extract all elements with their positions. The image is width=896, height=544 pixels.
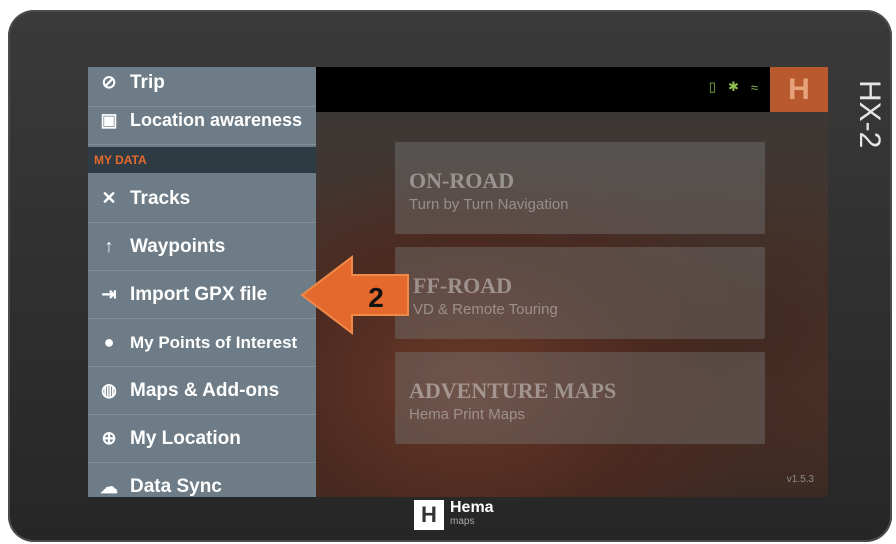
hema-brand-icon: H xyxy=(414,500,444,530)
sync-icon: ☁ xyxy=(100,476,118,497)
map-person-icon: ▣ xyxy=(100,110,118,130)
battery-icon: ▯ xyxy=(708,79,716,94)
menu-label: Trip xyxy=(130,71,165,93)
menu-item-import-gpx[interactable]: ⇥ Import GPX file xyxy=(88,271,316,319)
globe-icon: ◍ xyxy=(101,380,117,400)
mode-title: ADVENTURE MAPS xyxy=(409,378,617,403)
version-label: v1.5.3 xyxy=(786,474,814,485)
menu-item-waypoints[interactable]: ↑ Waypoints xyxy=(88,223,316,271)
tracks-icon: ✕ xyxy=(101,188,117,208)
menu-label: My Points of Interest xyxy=(130,332,298,352)
menu-label: Import GPX file xyxy=(130,283,268,305)
on-road-tile[interactable]: ON-ROAD Turn by Turn Navigation xyxy=(395,142,765,234)
pin-icon: ↑ xyxy=(104,236,114,256)
model-label: HX-2 xyxy=(853,80,886,149)
menu-label: Location awareness xyxy=(130,110,303,130)
mode-title: ON-ROAD xyxy=(409,168,515,193)
off-road-tile[interactable]: FF-ROAD VD & Remote Touring xyxy=(395,247,765,339)
menu-label: Waypoints xyxy=(130,235,226,257)
adventure-maps-tile[interactable]: ADVENTURE MAPS Hema Print Maps xyxy=(395,352,765,444)
hema-logo-icon[interactable]: H xyxy=(770,67,828,112)
menu-label: Data Sync xyxy=(130,476,222,497)
mode-subtitle: Turn by Turn Navigation xyxy=(409,196,569,213)
brand-badge: H Hema maps xyxy=(414,500,494,530)
wifi-icon: ≈ xyxy=(750,79,758,95)
status-bar: ▯ ✱ ≈ H xyxy=(316,67,828,112)
menu-label: Maps & Add-ons xyxy=(130,379,280,401)
status-icons: ▯ ✱ ≈ xyxy=(709,79,758,95)
menu-item-data-sync[interactable]: ☁ Data Sync xyxy=(88,463,316,497)
menu-item-points-of-interest[interactable]: ● My Points of Interest xyxy=(88,319,316,367)
menu-item-maps-addons[interactable]: ◍ Maps & Add-ons xyxy=(88,367,316,415)
menu-item-my-location[interactable]: ⊕ My Location xyxy=(88,415,316,463)
brand-name: Hema maps xyxy=(450,499,494,528)
menu-item-location-awareness[interactable]: ▣ Location awareness xyxy=(88,97,316,145)
navigation-drawer: ⊘ Trip ▣ Location awareness MY DATA ✕ Tr… xyxy=(88,67,316,497)
menu-label: Tracks xyxy=(130,187,191,209)
menu-item-tracks[interactable]: ✕ Tracks xyxy=(88,175,316,223)
section-header-my-data: MY DATA xyxy=(88,147,316,173)
mode-subtitle: VD & Remote Touring xyxy=(413,301,558,318)
location-icon: ● xyxy=(103,332,115,352)
bluetooth-icon: ✱ xyxy=(727,79,739,94)
compass-icon: ⊘ xyxy=(101,72,117,92)
step-number: 2 xyxy=(368,282,384,313)
mode-subtitle: Hema Print Maps xyxy=(409,406,525,423)
crosshair-icon: ⊕ xyxy=(101,428,117,448)
import-icon: ⇥ xyxy=(101,284,117,304)
step-arrow-annotation: 2 xyxy=(300,255,409,335)
app-screen: ▯ ✱ ≈ H ON-ROAD Turn by Turn Navigation … xyxy=(88,67,828,497)
menu-label: My Location xyxy=(130,427,241,449)
mode-title: FF-ROAD xyxy=(413,273,512,298)
